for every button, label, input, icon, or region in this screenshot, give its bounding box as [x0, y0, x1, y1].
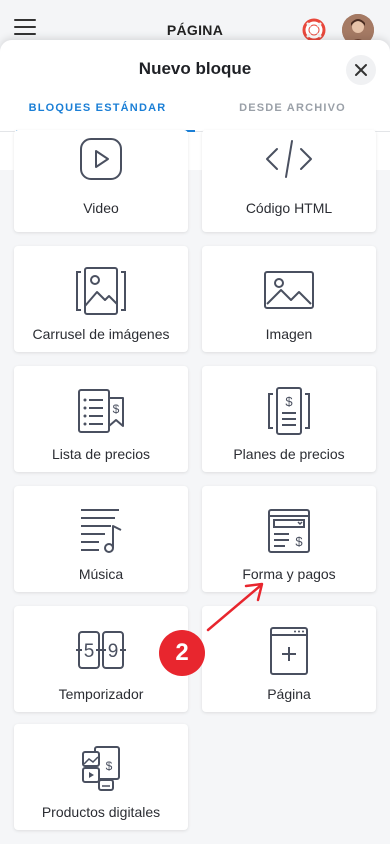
block-label: Carrusel de imágenes [32, 326, 170, 342]
step-badge: 2 [159, 630, 205, 676]
price-list-icon: $ [78, 389, 124, 433]
block-label: Productos digitales [41, 804, 161, 820]
new-block-sheet: Nuevo bloque BLOQUES ESTÁNDAR DESDE ARCH… [0, 40, 390, 844]
lifebuoy-icon[interactable] [302, 18, 326, 42]
svg-text:9: 9 [108, 641, 119, 662]
block-label: Música [78, 566, 124, 582]
tab-standard-blocks[interactable]: BLOQUES ESTÁNDAR [0, 102, 195, 114]
sheet-title: Nuevo bloque [138, 59, 252, 78]
timer-icon: 5 9 [76, 631, 126, 669]
block-card-pricing-plans[interactable]: $ Planes de precios [202, 366, 376, 472]
music-icon [81, 509, 122, 553]
block-card-html[interactable]: Código HTML [202, 130, 376, 232]
annotation-arrow [206, 582, 264, 632]
pricing-plans-icon: $ [268, 387, 310, 435]
block-card-form-payments[interactable]: $ Forma y pagos [202, 486, 376, 592]
block-label: Planes de precios [233, 446, 345, 462]
svg-text:5: 5 [84, 641, 95, 662]
block-card-digital-products[interactable]: $ Productos digitales [14, 724, 188, 830]
svg-text:$: $ [106, 759, 113, 773]
code-icon [266, 140, 312, 178]
block-card-music[interactable]: Música [14, 486, 188, 592]
image-icon [264, 271, 314, 309]
svg-text:$: $ [285, 394, 293, 409]
close-icon [355, 64, 367, 76]
form-payment-icon: $ [268, 509, 310, 553]
block-label: Lista de precios [51, 446, 151, 462]
page-title: PÁGINA [166, 22, 224, 38]
block-label: Video [83, 200, 119, 216]
block-label: Imagen [265, 326, 313, 342]
digital-products-icon: $ [82, 746, 120, 791]
close-button[interactable] [346, 55, 376, 85]
block-label: Temporizador [58, 686, 144, 702]
block-card-video[interactable]: Video [14, 130, 188, 232]
block-label: Código HTML [245, 200, 333, 216]
block-card-carousel[interactable]: Carrusel de imágenes [14, 246, 188, 352]
image-carousel-icon [76, 267, 126, 315]
block-card-image[interactable]: Imagen [202, 246, 376, 352]
video-play-icon [80, 138, 122, 180]
block-label: Página [267, 686, 311, 702]
tab-from-file[interactable]: DESDE ARCHIVO [195, 102, 390, 114]
svg-text:$: $ [113, 402, 120, 416]
svg-text:$: $ [295, 534, 303, 549]
tab-bar: BLOQUES ESTÁNDAR DESDE ARCHIVO [0, 94, 390, 132]
block-card-price-list[interactable]: $ Lista de precios [14, 366, 188, 472]
